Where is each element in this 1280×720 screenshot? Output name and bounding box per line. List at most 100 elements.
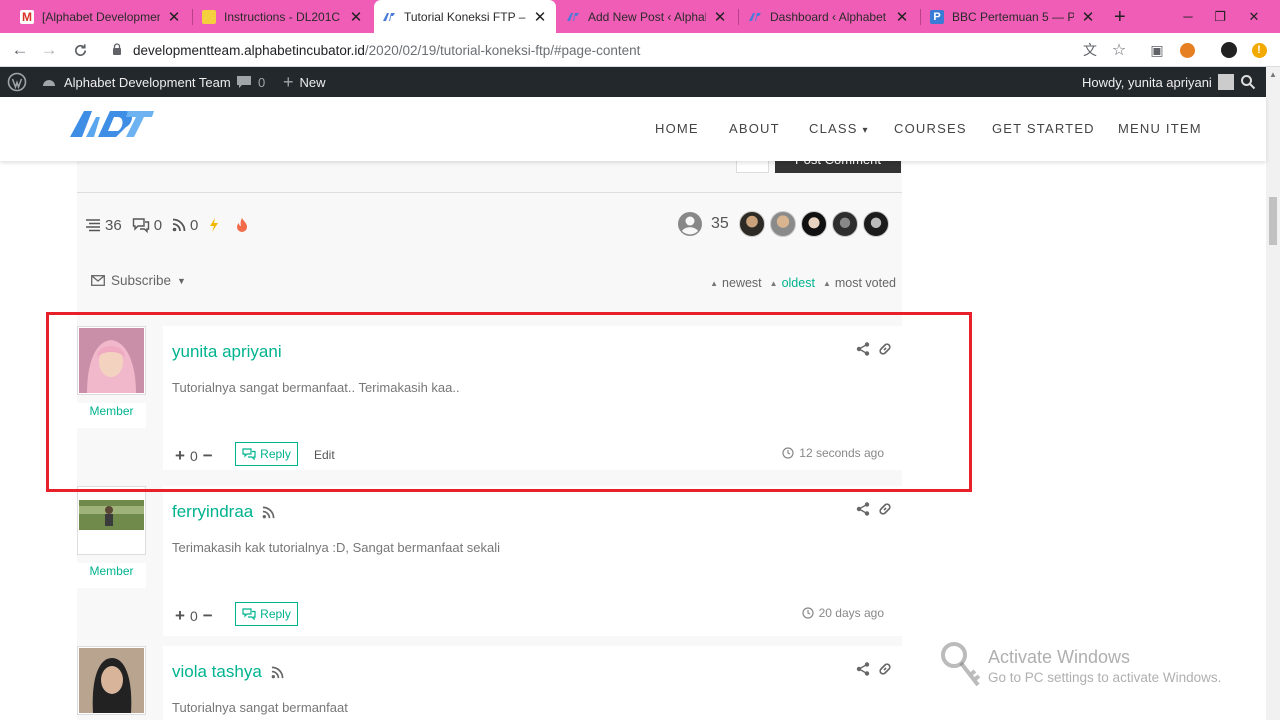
browser-tab-active[interactable]: Tutorial Koneksi FTP – Al ✕ [374, 0, 556, 33]
forward-icon[interactable]: → [38, 39, 60, 61]
menu-class[interactable]: CLASS ▾ [809, 121, 869, 136]
reply-button[interactable]: Reply [235, 602, 298, 626]
my-account-link[interactable]: Howdy, yunita apriyani [1082, 67, 1234, 97]
close-tab-icon[interactable]: ✕ [1080, 8, 1096, 26]
lock-icon [113, 43, 121, 55]
comment-toolbar-button[interactable] [736, 161, 769, 173]
comments-count: 0 [258, 74, 266, 90]
sort-most-voted[interactable]: most voted [835, 276, 896, 290]
site-name-link[interactable]: Alphabet Development Team [41, 67, 231, 97]
extension-face-icon[interactable] [1178, 41, 1196, 59]
share-icon[interactable] [856, 662, 870, 681]
comment-bubble-icon [237, 76, 251, 88]
follower-avatar[interactable] [800, 211, 827, 237]
divider [77, 192, 902, 193]
link-icon[interactable] [878, 662, 892, 681]
comment-author[interactable]: ferryindraa [172, 502, 275, 522]
adt-logo-icon[interactable] [68, 107, 154, 141]
share-icon[interactable] [856, 502, 870, 521]
url-text: developmentteam.alphabetincubator.id/202… [133, 43, 640, 58]
adt-favicon-icon [748, 10, 762, 24]
address-bar[interactable]: developmentteam.alphabetincubator.id/202… [100, 36, 1140, 64]
caret-down-icon: ▼ [177, 275, 186, 286]
restore-icon[interactable]: ❐ [1204, 0, 1236, 33]
chevron-down-icon: ▾ [862, 125, 869, 136]
comment-tools [848, 502, 892, 521]
back-icon[interactable]: ← [9, 39, 31, 61]
close-tab-icon[interactable]: ✕ [712, 8, 728, 26]
highlight-box [46, 312, 972, 492]
post-comment-button[interactable]: Post Comment [775, 161, 901, 173]
comment-stats: 36 0 0 [85, 215, 264, 235]
subscribe-dropdown[interactable]: Subscribe ▼ [91, 273, 186, 288]
sort-newest[interactable]: newest [722, 276, 762, 290]
close-tab-icon[interactable]: ✕ [348, 8, 364, 26]
comment-item: viola tashya Tutorialnya sangat bermanfa… [77, 646, 902, 720]
browser-tab-strip: M [Alphabet Development ✕ Instructions -… [0, 0, 1280, 33]
downvote-icon[interactable]: − [203, 606, 213, 626]
new-tab-button[interactable]: + [1114, 6, 1126, 29]
scroll-up-icon[interactable]: ▲ [1269, 70, 1277, 79]
close-tab-icon[interactable]: ✕ [894, 8, 910, 26]
avatar[interactable] [77, 486, 146, 555]
follower-avatar[interactable] [862, 211, 889, 237]
wp-admin-bar: Alphabet Development Team 0 + New Howdy,… [0, 67, 1266, 97]
menu-get-started[interactable]: GET STARTED [992, 121, 1095, 136]
new-content-link[interactable]: + New [283, 67, 326, 97]
follower-avatar[interactable] [738, 211, 765, 237]
minimize-icon[interactable]: ─ [1172, 0, 1204, 33]
comment-time: 20 days ago [802, 606, 884, 620]
tab-title: Dashboard ‹ Alphabet D [770, 9, 888, 24]
menu-class-label: CLASS [809, 121, 858, 136]
menu-menu-item[interactable]: MENU ITEM [1118, 121, 1202, 136]
new-label: New [299, 74, 326, 90]
rss-icon [172, 218, 186, 232]
browser-tab-instructions[interactable]: Instructions - DL201C - S ✕ [194, 0, 372, 33]
gmail-icon: M [20, 9, 34, 24]
comment-author[interactable]: viola tashya [172, 662, 284, 682]
translate-icon[interactable]: 文 [1081, 41, 1099, 59]
browser-tab-dashboard[interactable]: Dashboard ‹ Alphabet D ✕ [740, 0, 918, 33]
browser-tab-gmail[interactable]: M [Alphabet Development ✕ [12, 0, 190, 33]
vote-widget: + 0 − [175, 606, 213, 626]
menu-courses[interactable]: COURSES [894, 121, 967, 136]
browser-tab-add-new-post[interactable]: Add New Post ‹ Alphabe ✕ [558, 0, 736, 33]
follower-avatar[interactable] [831, 211, 858, 237]
comments-link[interactable]: 0 [236, 67, 265, 97]
comment-body: ferryindraa Terimakasih kak tutorialnya … [163, 486, 902, 636]
link-icon[interactable] [878, 502, 892, 521]
clock-icon [802, 607, 814, 619]
tab-title: Tutorial Koneksi FTP – Al [404, 9, 526, 24]
update-alert-icon[interactable]: ! [1250, 41, 1268, 59]
close-tab-icon[interactable]: ✕ [166, 8, 182, 26]
comment-author-column: Member [77, 486, 148, 588]
upvote-icon[interactable]: + [175, 606, 185, 626]
bookmark-star-icon[interactable]: ☆ [1110, 41, 1128, 59]
user-avatar-icon [1217, 74, 1234, 90]
avatar[interactable] [77, 646, 146, 715]
comment-text: Tutorialnya sangat bermanfaat [172, 700, 348, 715]
comment-sort: ▲ newest ▲ oldest ▲ most voted [702, 276, 896, 290]
howdy-text: Howdy, yunita apriyani [1082, 74, 1212, 90]
follower-avatar[interactable] [769, 211, 796, 237]
watermark-title: Activate Windows [988, 647, 1131, 667]
menu-about[interactable]: ABOUT [729, 121, 780, 136]
subscribe-label: Subscribe [111, 273, 172, 288]
profile-avatar-icon[interactable] [1220, 41, 1238, 59]
extension-icon[interactable]: ▣ [1148, 41, 1166, 59]
browser-tab-bbc[interactable]: P BBC Pertemuan 5 — Pos ✕ [922, 0, 1104, 33]
sort-oldest[interactable]: oldest [782, 276, 815, 290]
site-header: HOME ABOUT CLASS ▾ COURSES GET STARTED M… [0, 97, 1266, 161]
replies-count: 0 [153, 216, 163, 234]
menu-home[interactable]: HOME [655, 121, 699, 136]
page-scrollbar[interactable]: ▲ [1266, 67, 1280, 720]
search-icon[interactable] [1240, 67, 1256, 97]
author-name: ferryindraa [172, 502, 254, 521]
close-tab-icon[interactable]: ✕ [532, 8, 548, 26]
close-window-icon[interactable]: ✕ [1238, 0, 1270, 33]
wordpress-logo-icon[interactable] [7, 67, 27, 97]
reload-icon[interactable] [69, 39, 91, 61]
rss-icon [262, 506, 275, 518]
scroll-thumb[interactable] [1269, 197, 1277, 245]
classroom-icon [202, 9, 216, 24]
